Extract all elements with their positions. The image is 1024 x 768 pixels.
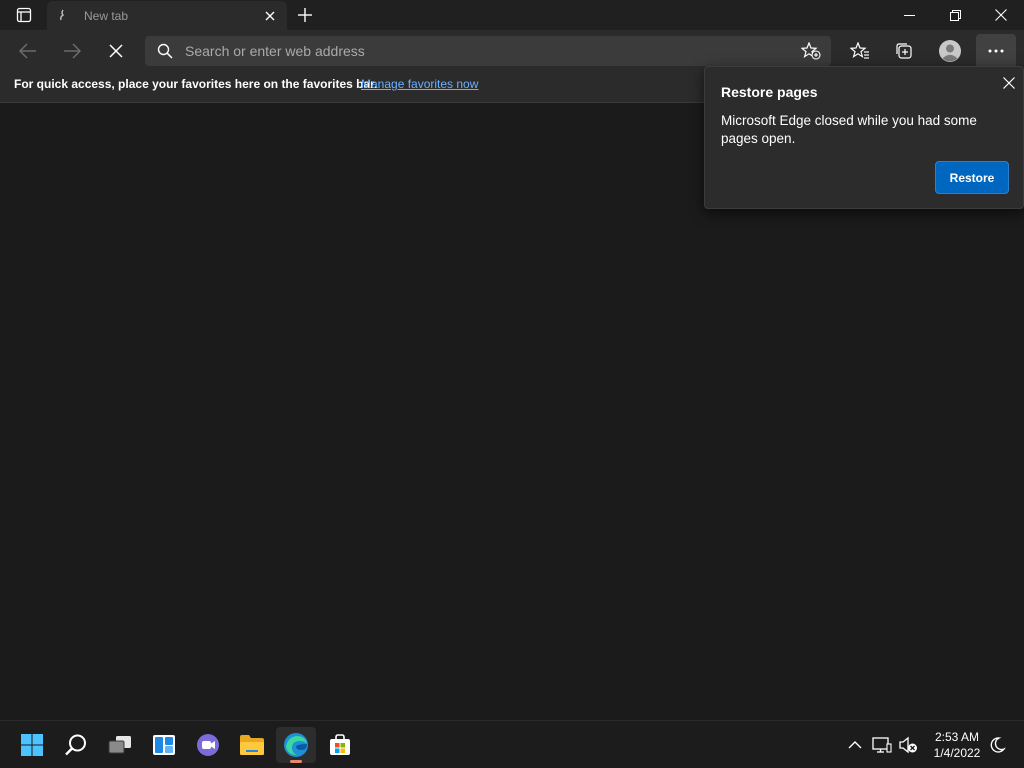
taskbar-search-button[interactable] [56,727,96,763]
favorites-icon [850,42,869,59]
chat-icon [197,734,219,756]
address-bar[interactable] [145,36,831,66]
close-icon [995,9,1007,21]
star-add-icon [801,42,821,60]
address-input[interactable] [185,36,785,66]
store-icon [330,734,350,755]
network-icon [872,737,892,753]
show-hidden-icons-button[interactable] [844,735,866,755]
file-explorer-icon [240,735,264,755]
clock-time: 2:53 AM [934,730,980,744]
restore-window-icon [949,9,961,21]
active-app-indicator [290,760,302,763]
avatar-icon [939,40,961,62]
more-dots-icon [988,49,1004,53]
focus-assist-button[interactable] [986,735,1008,755]
settings-and-more-button[interactable] [976,34,1016,68]
profile-button[interactable] [934,36,966,66]
manage-favorites-link[interactable]: Manage favorites now [361,77,478,91]
popup-title: Restore pages [721,84,818,100]
forward-button[interactable] [56,36,88,66]
arrow-right-icon [64,43,81,59]
close-icon [265,11,275,21]
widgets-button[interactable] [144,727,184,763]
task-view-icon [108,736,131,754]
arrow-left-icon [19,43,36,59]
collections-button[interactable] [888,36,920,66]
add-favorite-button[interactable] [799,41,823,61]
clock-date: 1/4/2022 [933,746,981,760]
popup-message: Microsoft Edge closed while you had some… [721,113,977,146]
tab-actions-icon [16,7,32,23]
restore-pages-popup: Restore pages Microsoft Edge closed whil… [704,66,1024,209]
volume-muted-icon [899,736,917,754]
start-button[interactable] [12,727,52,763]
search-icon [157,43,173,59]
minimize-button[interactable] [886,0,932,30]
restore-window-button[interactable] [932,0,978,30]
tab-new-tab[interactable]: New tab [47,1,287,30]
restore-button[interactable]: Restore [935,161,1009,194]
network-button[interactable] [871,735,893,755]
title-bar: New tab [0,0,1024,30]
widgets-icon [153,735,175,755]
loading-icon [60,9,65,21]
minimize-icon [903,14,915,16]
moon-icon [990,737,1006,753]
search-icon [65,734,86,756]
close-icon [109,44,123,58]
store-button[interactable] [320,727,360,763]
edge-taskbar-button[interactable] [276,727,316,763]
edge-icon [284,733,308,757]
start-icon [21,734,43,756]
close-icon [1003,77,1015,89]
plus-icon [298,8,312,22]
clock[interactable]: 2:53 AM 1/4/2022 [926,729,988,761]
popup-close-button[interactable] [999,73,1019,93]
collections-icon [896,43,912,59]
file-explorer-button[interactable] [232,727,272,763]
stop-loading-button[interactable] [100,36,132,66]
task-view-button[interactable] [100,727,140,763]
chat-button[interactable] [188,727,228,763]
new-tab-button[interactable] [292,3,318,27]
volume-button[interactable] [897,735,919,755]
tab-close-button[interactable] [261,7,279,25]
back-button[interactable] [12,36,44,66]
taskbar: 2:53 AM 1/4/2022 [0,720,1024,768]
close-window-button[interactable] [978,0,1024,30]
favorites-button[interactable] [844,36,876,66]
tab-title: New tab [84,9,129,23]
chevron-up-icon [848,741,862,749]
tab-actions-button[interactable] [8,3,40,27]
favorites-bar-message: For quick access, place your favorites h… [14,77,378,91]
